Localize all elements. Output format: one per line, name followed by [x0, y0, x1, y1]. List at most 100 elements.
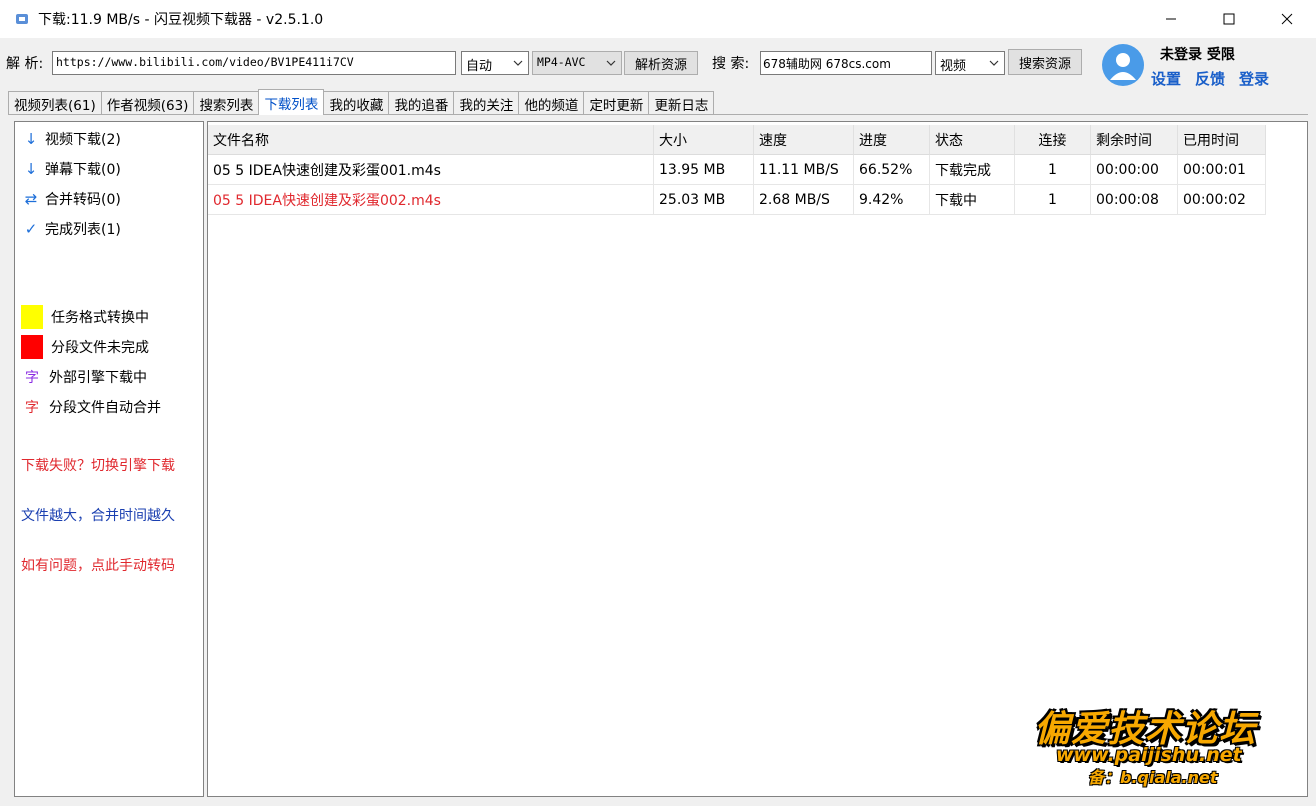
- feedback-link[interactable]: 反馈: [1195, 68, 1225, 89]
- tab-search-list[interactable]: 搜索列表: [193, 91, 260, 115]
- login-link[interactable]: 登录: [1239, 68, 1269, 89]
- tab-changelog[interactable]: 更新日志: [648, 91, 715, 115]
- cell-progress: 9.42%: [854, 185, 930, 215]
- format-select[interactable]: MP4-AVC: [532, 51, 622, 75]
- cell-elapsed: 00:00:01: [1178, 155, 1266, 185]
- cell-status: 下载完成: [930, 155, 1015, 185]
- sidebar: ↓ 视频下载(2) ↓ 弹幕下载(0) ⇄ 合并转码(0) ✓ 完成列表(1) …: [14, 121, 204, 797]
- settings-link[interactable]: 设置: [1151, 68, 1181, 89]
- tab-my-favorites[interactable]: 我的收藏: [323, 91, 390, 115]
- swap-icon: ⇄: [24, 190, 38, 208]
- window-title: 下载:11.9 MB/s - 闪豆视频下载器 - v2.5.1.0: [38, 12, 324, 28]
- cell-remaining: 00:00:00: [1091, 155, 1178, 185]
- watermark-sub: 备：b.qiala.net: [1088, 768, 1218, 787]
- legend-auto-merge: 字 分段文件自动合并: [21, 395, 161, 419]
- column-header-progress[interactable]: 进度: [854, 125, 930, 155]
- window-controls: [1142, 0, 1316, 38]
- sidebar-item-danmaku-download[interactable]: ↓ 弹幕下载(0): [23, 158, 121, 180]
- tab-video-list[interactable]: 视频列表(61): [8, 91, 102, 115]
- search-type-select[interactable]: 视频: [935, 51, 1005, 75]
- yellow-swatch: [21, 305, 43, 329]
- arrow-down-icon: ↓: [24, 160, 38, 178]
- legend-label: 任务格式转换中: [51, 310, 149, 326]
- download-table: 文件名称 大小 速度 进度 状态 连接 剩余时间 已用时间 05 5 IDEA快…: [207, 121, 1308, 797]
- chevron-down-icon: [606, 60, 616, 66]
- url-input[interactable]: https://www.bilibili.com/video/BV1PE411i…: [52, 51, 456, 75]
- chevron-down-icon: [513, 60, 523, 66]
- sidebar-item-completed[interactable]: ✓ 完成列表(1): [23, 218, 121, 240]
- table-header: 文件名称 大小 速度 进度 状态 连接 剩余时间 已用时间: [208, 125, 1266, 155]
- column-header-connections[interactable]: 连接: [1015, 125, 1091, 155]
- table-row[interactable]: 05 5 IDEA快速创建及彩蛋001.m4s 13.95 MB 11.11 M…: [208, 155, 1266, 185]
- tab-their-channel[interactable]: 他的频道: [518, 91, 585, 115]
- search-label: 搜 索:: [712, 56, 750, 72]
- column-header-size[interactable]: 大小: [654, 125, 754, 155]
- sidebar-item-label: 视频下载(2): [45, 132, 121, 148]
- merge-time-note: 文件越大，合并时间越久: [21, 508, 175, 524]
- switch-engine-link[interactable]: 下载失败？切换引擎下载: [21, 455, 175, 475]
- sidebar-item-label: 弹幕下载(0): [45, 162, 121, 178]
- legend-label: 分段文件自动合并: [49, 400, 161, 416]
- cell-name: 05 5 IDEA快速创建及彩蛋002.m4s: [208, 185, 654, 215]
- check-icon: ✓: [24, 220, 38, 238]
- tab-my-series[interactable]: 我的追番: [388, 91, 455, 115]
- column-header-elapsed[interactable]: 已用时间: [1178, 125, 1266, 155]
- column-header-remaining[interactable]: 剩余时间: [1091, 125, 1178, 155]
- legend-label: 外部引擎下载中: [49, 370, 147, 386]
- maximize-icon: [1223, 13, 1235, 25]
- search-input[interactable]: 678辅助网 678cs.com: [760, 51, 932, 75]
- mode-select-value: 自动: [466, 59, 493, 74]
- manual-transcode-link[interactable]: 如有问题，点此手动转码: [21, 555, 175, 575]
- cell-size: 13.95 MB: [654, 155, 754, 185]
- search-button[interactable]: 搜索资源: [1008, 49, 1082, 75]
- legend-external-engine: 字 外部引擎下载中: [21, 365, 147, 389]
- tab-my-following[interactable]: 我的关注: [453, 91, 520, 115]
- chevron-down-icon: [989, 60, 999, 66]
- user-icon: [1110, 53, 1136, 80]
- legend-converting: 任务格式转换中: [21, 305, 149, 329]
- char-glyph-icon: 字: [25, 400, 39, 416]
- close-button[interactable]: [1258, 0, 1316, 38]
- close-icon: [1281, 13, 1293, 25]
- cell-elapsed: 00:00:02: [1178, 185, 1266, 215]
- sidebar-item-label: 合并转码(0): [45, 192, 121, 208]
- tab-scheduled-update[interactable]: 定时更新: [583, 91, 650, 115]
- cell-status: 下载中: [930, 185, 1015, 215]
- arrow-down-icon: ↓: [24, 130, 38, 148]
- tab-author-videos[interactable]: 作者视频(63): [100, 91, 195, 115]
- app-logo-icon: [14, 11, 30, 27]
- tab-bar: 视频列表(61) 作者视频(63) 搜索列表 下载列表 我的收藏 我的追番 我的…: [8, 89, 715, 115]
- user-links: 设置 反馈 登录: [1151, 68, 1269, 89]
- sidebar-item-label: 完成列表(1): [45, 222, 121, 238]
- cell-connections: 1: [1015, 155, 1091, 185]
- cell-progress: 66.52%: [854, 155, 930, 185]
- title-bar: 下载:11.9 MB/s - 闪豆视频下载器 - v2.5.1.0: [0, 0, 1316, 38]
- red-swatch: [21, 335, 43, 359]
- cell-size: 25.03 MB: [654, 185, 754, 215]
- cell-remaining: 00:00:08: [1091, 185, 1178, 215]
- app-window: 下载:11.9 MB/s - 闪豆视频下载器 - v2.5.1.0 解 析: h…: [0, 0, 1316, 806]
- char-glyph-icon: 字: [25, 370, 39, 386]
- column-header-status[interactable]: 状态: [930, 125, 1015, 155]
- legend-incomplete: 分段文件未完成: [21, 335, 149, 359]
- sidebar-item-merge-transcode[interactable]: ⇄ 合并转码(0): [23, 188, 121, 210]
- minimize-button[interactable]: [1142, 0, 1200, 38]
- minimize-icon: [1166, 18, 1176, 20]
- parse-button[interactable]: 解析资源: [624, 51, 698, 75]
- forum-watermark: 偏爱技术论坛 www.paijishu.net 备：b.qiala.net: [1030, 700, 1300, 790]
- column-header-name[interactable]: 文件名称: [208, 125, 654, 155]
- search-type-value: 视频: [940, 59, 967, 74]
- parse-label: 解 析:: [6, 56, 44, 72]
- maximize-button[interactable]: [1200, 0, 1258, 38]
- format-select-value: MP4-AVC: [537, 55, 586, 69]
- tab-divider: [8, 114, 1308, 115]
- table-row[interactable]: 05 5 IDEA快速创建及彩蛋002.m4s 25.03 MB 2.68 MB…: [208, 185, 1266, 215]
- watermark-url: www.paijishu.net: [1056, 744, 1242, 766]
- cell-speed: 2.68 MB/S: [754, 185, 854, 215]
- sidebar-item-video-download[interactable]: ↓ 视频下载(2): [23, 128, 121, 150]
- cell-name: 05 5 IDEA快速创建及彩蛋001.m4s: [208, 155, 654, 185]
- tab-download-list[interactable]: 下载列表: [258, 89, 325, 115]
- avatar[interactable]: [1102, 44, 1144, 86]
- column-header-speed[interactable]: 速度: [754, 125, 854, 155]
- mode-select[interactable]: 自动: [461, 51, 529, 75]
